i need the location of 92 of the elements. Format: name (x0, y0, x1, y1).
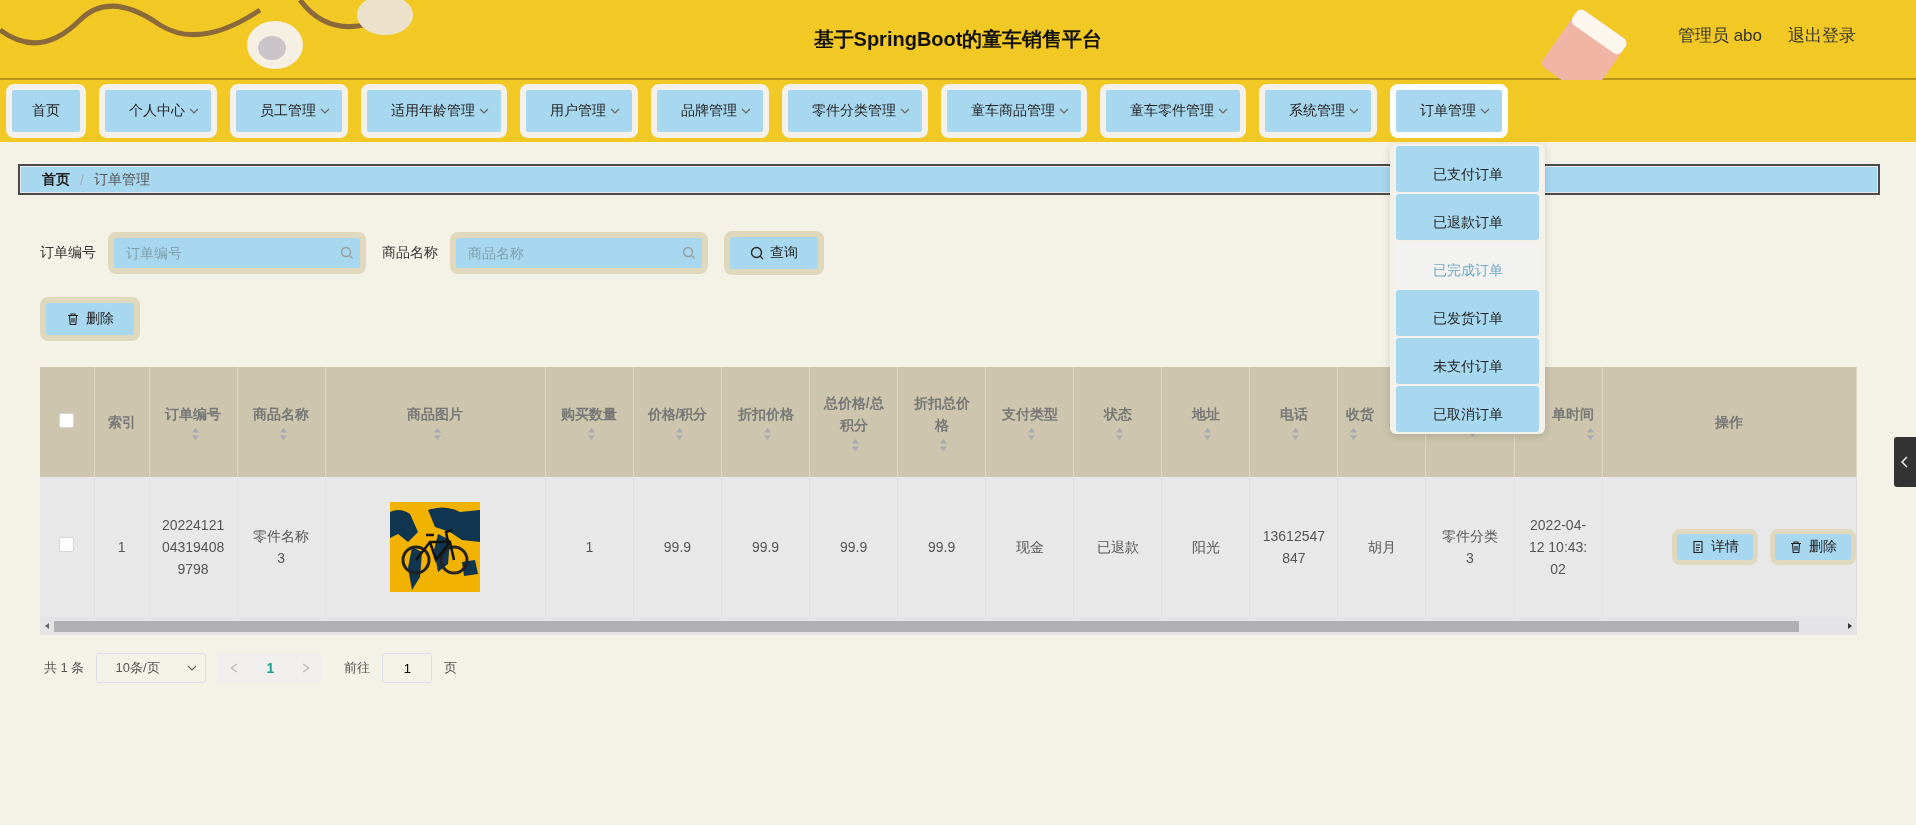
table-cell: 阳光 (1191, 539, 1220, 555)
page-jump-field[interactable]: 1 (382, 653, 433, 683)
column-header: 电话 (1279, 406, 1308, 422)
delete-button[interactable]: 删除 (1770, 529, 1856, 565)
menu-item[interactable]: 已退款订单 (1396, 194, 1539, 240)
column-header: 单时间 (1551, 406, 1594, 422)
prev-page-icon[interactable] (230, 663, 239, 673)
column-header: 支付类型 (1001, 406, 1058, 422)
column-header: 地址 (1191, 406, 1220, 422)
table-cell: 99.9 (751, 539, 780, 555)
column-header: 购买数量 (561, 406, 618, 422)
table-cell: 2022-04-12 10:43:02 (1528, 517, 1588, 577)
page-suffix: 页 (444, 659, 458, 677)
next-page-icon[interactable] (302, 663, 311, 673)
table-cell: 现金 (1015, 539, 1044, 555)
caret-icon (189, 106, 199, 116)
caret-icon (187, 663, 198, 673)
total-count: 共 1 条 (44, 659, 85, 677)
table-cell: 1 (117, 539, 126, 555)
table-cell: 20224121043194089798 (161, 517, 225, 577)
menu-item[interactable]: 已发货订单 (1396, 290, 1539, 336)
table-cell: 99.9 (663, 539, 692, 555)
nav-item[interactable]: 童车商品管理 (941, 84, 1087, 138)
caret-icon (1349, 106, 1359, 116)
caret-icon (610, 106, 620, 116)
column-header: 操作 (1715, 414, 1744, 430)
caret-icon (1218, 106, 1228, 116)
caret-icon (1059, 106, 1069, 116)
column-header: 订单编号 (165, 406, 222, 422)
nav-item[interactable]: 品牌管理 (651, 84, 769, 138)
nav-item[interactable]: 首页 (6, 84, 86, 138)
menu-item[interactable]: 已取消订单 (1396, 386, 1539, 432)
table-cell: 99.9 (928, 539, 956, 555)
column-header: 商品名称 (253, 406, 310, 422)
nav-item[interactable]: 童车零件管理 (1100, 84, 1246, 138)
table-cell: 99.9 (839, 539, 868, 555)
trash-icon (66, 312, 80, 326)
breadcrumb-separator: / (80, 171, 84, 188)
nav-item[interactable]: 系统管理 (1259, 84, 1377, 138)
caret-icon (1480, 106, 1490, 116)
caret-icon (741, 106, 751, 116)
page-title: 基于SpringBoot的童车销售平台 (813, 26, 1103, 52)
search-icon (682, 246, 696, 260)
logout-link[interactable]: 退出登录 (1788, 24, 1856, 47)
chevron-left-icon (1901, 456, 1909, 468)
detail-button[interactable]: 详情 (1672, 529, 1758, 565)
search-field[interactable]: 商品名称 (450, 232, 708, 274)
page-size-select[interactable]: 10条/页 (96, 653, 207, 683)
column-header: 价格/积分 (647, 406, 708, 422)
field-label: 订单编号 (40, 244, 96, 262)
column-header: 收货 (1346, 406, 1375, 422)
table-cell: 零件名称3 (253, 528, 310, 566)
trash-icon (1789, 540, 1803, 554)
column-header: 折扣价格 (737, 406, 794, 422)
caret-icon (479, 106, 489, 116)
breadcrumb-link[interactable]: 订单管理 (93, 170, 150, 189)
nav-item[interactable]: 个人中心 (99, 84, 217, 138)
table-cell: 零件分类3 (1442, 528, 1498, 566)
delete-button[interactable]: 删除 (40, 297, 140, 341)
field-label: 商品名称 (382, 244, 438, 262)
scroll-right-icon[interactable] (1847, 623, 1853, 629)
caret-icon (320, 106, 330, 116)
side-toggle-button[interactable] (1894, 437, 1916, 487)
search-field[interactable]: 订单编号 (108, 232, 366, 274)
horizontal-scrollbar[interactable] (40, 617, 1857, 635)
table-cell: 1 (585, 539, 594, 555)
header-checkbox[interactable] (59, 413, 75, 428)
column-header: 折扣总价格 (913, 395, 970, 433)
nav-item[interactable]: 适用年龄管理 (361, 84, 507, 138)
table-cell: 胡月 (1367, 539, 1396, 555)
column-header: 总价格/总积分 (823, 395, 884, 433)
scroll-left-icon[interactable] (44, 623, 50, 629)
nav-item[interactable]: 员工管理 (230, 84, 348, 138)
caret-icon (900, 106, 910, 116)
nav-item[interactable]: 订单管理 (1390, 84, 1508, 138)
search-icon (340, 246, 354, 260)
column-header: 商品图片 (407, 406, 464, 422)
document-icon (1691, 540, 1705, 554)
row-checkbox[interactable] (59, 537, 75, 552)
search-button[interactable]: 查询 (724, 231, 824, 275)
search-icon (750, 246, 764, 260)
table-cell: 已退款 (1096, 539, 1139, 555)
nav-item[interactable]: 零件分类管理 (782, 84, 928, 138)
user-name: 管理员 abo (1677, 25, 1762, 47)
table-cell: 13612547847 (1262, 528, 1326, 566)
menu-item[interactable]: 已支付订单 (1396, 146, 1539, 192)
column-header: 状态 (1103, 406, 1132, 422)
nav-item[interactable]: 用户管理 (520, 84, 638, 138)
jump-label: 前往 (344, 659, 371, 677)
breadcrumb-link[interactable]: 首页 (42, 170, 70, 189)
column-header: 索引 (107, 414, 136, 430)
menu-item[interactable]: 未支付订单 (1396, 338, 1539, 384)
